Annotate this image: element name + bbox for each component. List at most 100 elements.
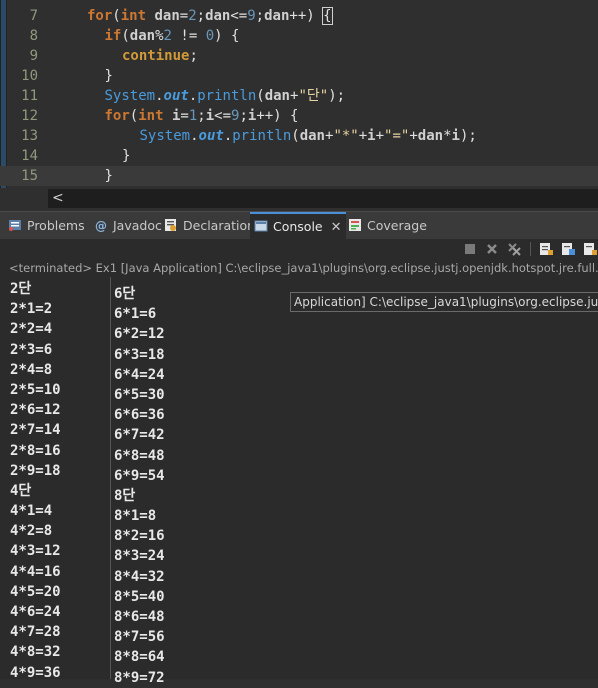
code-line[interactable]: 12 for(int i=1;i<=9;i++) { (0, 106, 598, 126)
console-line: 6*8=48 (114, 447, 165, 464)
line-number: 11 (21, 88, 38, 104)
console-line: 4*9=36 (10, 664, 61, 681)
remove-launch-icon[interactable] (484, 241, 500, 257)
line-number: 10 (21, 68, 38, 84)
console-column-divider (110, 277, 111, 679)
console-line: 4*8=32 (10, 644, 61, 661)
console-line: 6*4=24 (114, 366, 165, 383)
tab-label: Coverage (367, 218, 427, 233)
line-number: 12 (21, 108, 38, 124)
code-line[interactable]: 13 System.out.println(dan+"*"+i+"="+dan*i… (0, 126, 598, 146)
tab-label: Console (273, 219, 323, 234)
tab-coverage[interactable]: Coverage (348, 212, 427, 240)
tab-declaration[interactable]: Declaration (164, 212, 255, 240)
tab-label: Problems (27, 218, 85, 233)
console-line: 4*1=4 (10, 503, 53, 520)
console-line: 8*9=72 (114, 669, 165, 686)
clear-console-icon[interactable] (538, 241, 554, 257)
console-line: 6*2=12 (114, 326, 165, 343)
console-line: 2*4=8 (10, 361, 53, 378)
console-line: 8*7=56 (114, 629, 165, 646)
terminate-icon[interactable] (462, 241, 478, 257)
console-line: 2*8=16 (10, 442, 61, 459)
console-output[interactable]: 2단 2*1=2 2*2=4 2*3=6 2*4=8 2*5=10 2*6=12 2*7=14… (0, 277, 598, 686)
console-line: 8*5=40 (114, 588, 165, 605)
svg-text:@: @ (95, 219, 107, 232)
console-line: 8*4=32 (114, 568, 165, 585)
line-number: 8 (29, 28, 38, 44)
code-line[interactable]: 15} (0, 166, 598, 186)
console-line: 2*2=4 (10, 321, 53, 338)
code-text: } (104, 68, 113, 84)
code-text: for(int dan=2;dan<=9;dan++) { (87, 7, 333, 25)
console-line: 6*9=54 (114, 467, 165, 484)
code-text: System.out.println(dan+"단"); (104, 88, 346, 104)
console-line: 4*2=8 (10, 523, 53, 540)
code-editor[interactable]: 7 for(int dan=2;dan<=9;dan++) { 8 if(dan%2 … (0, 0, 598, 208)
code-line[interactable]: 10} (0, 66, 598, 86)
console-output-column-1: 2단 2*1=2 2*2=4 2*3=6 2*4=8 2*5=10 2*6=12 2*7=14… (10, 279, 61, 683)
console-line: 6*6=36 (114, 407, 165, 424)
tab-label: Javadoc (113, 218, 162, 233)
code-text: } (104, 168, 113, 184)
word-wrap-icon[interactable] (582, 241, 598, 257)
console-icon (254, 216, 268, 232)
console-line: 2*3=6 (10, 341, 53, 358)
console-line: 6*1=6 (114, 306, 157, 323)
code-line[interactable]: 14} (0, 146, 598, 166)
console-line: 6단 (114, 286, 136, 302)
console-line: 8*1=8 (114, 508, 157, 525)
code-text: System.out.println(dan+"*"+i+"="+dan*i); (139, 128, 477, 144)
console-process-label: <terminated> Ex1 [Java Application] C:\e… (0, 259, 598, 277)
line-number: 15 (21, 168, 38, 184)
coverage-icon (348, 214, 362, 231)
tab-problems[interactable]: Problems (8, 212, 85, 240)
console-line: 2*1=2 (10, 301, 53, 318)
console-line: 8*2=16 (114, 528, 165, 545)
editor-horizontal-scrollbar[interactable]: < (48, 189, 598, 208)
remove-all-terminated-icon[interactable] (506, 241, 522, 257)
line-number: 9 (29, 48, 38, 64)
console-line: 4*5=20 (10, 583, 61, 600)
code-text: for(int i=1;i<=9;i++) { (104, 108, 299, 124)
console-line: 4*6=24 (10, 604, 61, 620)
console-line: 6*5=30 (114, 386, 165, 403)
console-line: 4*7=28 (10, 624, 61, 641)
code-text: continue; (122, 48, 198, 64)
console-line: 8*6=48 (114, 609, 165, 625)
tab-console[interactable]: Console ✕ (250, 212, 346, 240)
code-text: if(dan%2 != 0) { (104, 28, 240, 44)
console-line: 4단 (10, 482, 32, 499)
code-line[interactable]: 7 for(int dan=2;dan<=9;dan++) { (0, 6, 598, 26)
tab-javadoc[interactable]: @ Javadoc (94, 212, 162, 240)
console-toolbar (0, 239, 598, 259)
hover-tooltip: Application] C:\eclipse_java1\plugins\or… (290, 292, 598, 312)
console-line: 2*7=14 (10, 422, 61, 439)
console-line: 8*8=64 (114, 649, 165, 666)
close-icon[interactable]: ✕ (331, 220, 342, 235)
line-number: 7 (29, 8, 38, 24)
declaration-icon (164, 214, 178, 231)
code-text: } (122, 148, 131, 164)
line-number: 14 (21, 148, 38, 164)
line-number: 13 (21, 128, 38, 144)
console-output-column-2: 6단 6*1=6 6*2=12 6*3=18 6*4=24 6*5=30 6*6=36 6*7… (114, 284, 165, 688)
console-line: 4*4=16 (10, 563, 61, 580)
view-tab-bar: Problems @ Javadoc Declaration Console ✕ … (0, 211, 598, 240)
console-line: 6*7=42 (114, 427, 165, 444)
problems-icon (8, 214, 22, 231)
console-line: 2*5=10 (10, 381, 61, 398)
scroll-left-arrow-icon[interactable]: < (52, 189, 64, 207)
console-line: 8*3=24 (114, 548, 165, 565)
code-line[interactable]: 9 continue; (0, 46, 598, 66)
code-line[interactable]: 11 System.out.println(dan+"단"); (0, 86, 598, 106)
javadoc-icon: @ (94, 214, 108, 233)
code-line[interactable]: 8 if(dan%2 != 0) { (0, 26, 598, 46)
scroll-lock-icon[interactable] (560, 241, 576, 257)
console-line: 2단 (10, 281, 32, 297)
console-line: 6*3=18 (114, 346, 165, 363)
console-line: 2*9=18 (10, 462, 61, 479)
toolbar-separator (530, 242, 531, 256)
console-line: 8단 (114, 487, 136, 504)
console-line: 2*6=12 (10, 402, 61, 419)
